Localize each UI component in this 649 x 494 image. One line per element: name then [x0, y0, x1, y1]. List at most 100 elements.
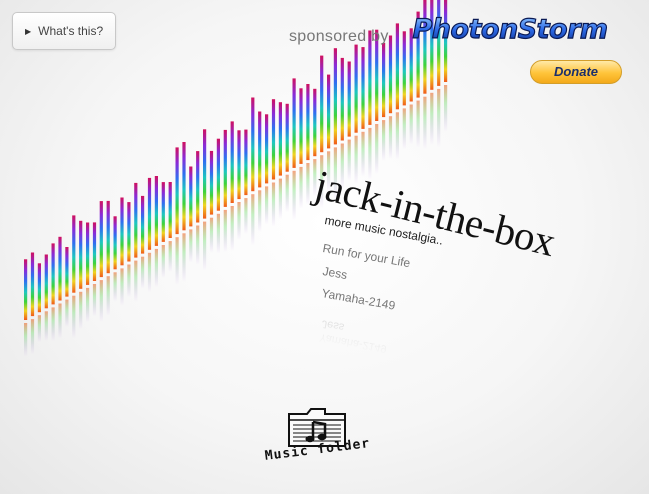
spectrum-bar-reflection [58, 303, 62, 339]
spectrum-bar-reflection [216, 213, 220, 254]
spectrum-bar-reflection [437, 88, 441, 148]
spectrum-bar-reflection [51, 307, 55, 341]
spectrum-bar-reflection [388, 116, 393, 159]
spectrum-bar-reflection [24, 323, 28, 357]
spectrum-bar [265, 114, 269, 184]
spectrum-bar [223, 129, 227, 207]
spectrum-bar [51, 243, 55, 305]
spectrum-bar-reflection [120, 268, 124, 306]
play-triangle-icon: ▶ [25, 26, 32, 36]
spectrum-bar [189, 166, 193, 227]
spectrum-bar-reflection [251, 194, 255, 246]
spectrum-bar-reflection [258, 190, 262, 232]
sponsored-by-text: sponsored by [289, 28, 389, 45]
spectrum-bar [203, 129, 207, 219]
spectrum-bar [175, 147, 179, 235]
spectrum-bar-reflection [416, 100, 420, 148]
spectrum-bar-reflection [44, 311, 48, 341]
spectrum-bar-reflection [168, 241, 172, 272]
spectrum-bar-reflection [72, 295, 76, 339]
spectrum-bar-reflection [65, 299, 69, 327]
spectrum-bar-reflection [230, 206, 234, 251]
spectrum-bar-reflection [306, 163, 310, 205]
spectrum-bar [388, 35, 393, 114]
spectrum-bar [79, 220, 83, 289]
spectrum-bar [271, 99, 276, 180]
spectrum-bar [92, 222, 97, 281]
spectrum-bar [161, 182, 165, 242]
spectrum-bar [182, 142, 186, 231]
spectrum-bar-reflection [265, 186, 269, 225]
spectrum-bar-reflection [382, 120, 386, 161]
spectrum-bar [237, 130, 241, 200]
spectrum-bar-reflection [154, 248, 158, 288]
whats-this-label: What's this? [38, 24, 104, 38]
spectrum-bar-reflection [395, 112, 399, 160]
spectrum-bar [147, 177, 152, 250]
spectrum-bar-reflection [285, 174, 289, 213]
spectrum-bar [134, 182, 138, 258]
spectrum-bar-reflection [134, 260, 138, 302]
spectrum-bar [141, 195, 145, 254]
spectrum-bar-reflection [278, 178, 282, 219]
spectrum-bar-reflection [209, 217, 214, 253]
spectrum-bar [72, 215, 76, 293]
spectrum-bar [382, 42, 386, 118]
spectrum-bar-reflection [375, 124, 379, 175]
whats-this-button[interactable]: ▶ What's this? [12, 12, 116, 50]
spectrum-bar [216, 138, 220, 211]
spectrum-bar-reflection [182, 233, 186, 282]
spectrum-bar [106, 200, 110, 274]
spectrum-bar-reflection [161, 245, 165, 278]
spectrum-bar [154, 176, 158, 246]
spectrum-bar [86, 222, 90, 285]
spectrum-bar [209, 150, 214, 215]
spectrum-bar [327, 74, 331, 149]
spectrum-bar-reflection [203, 221, 207, 271]
spectrum-bar [320, 55, 324, 153]
spectrum-bar [168, 182, 172, 238]
spectrum-bar-reflection [402, 108, 406, 150]
sponsor-logo[interactable]: PhotonStorm [396, 10, 624, 48]
spectrum-bar [347, 61, 351, 137]
spectrum-bar [258, 111, 262, 188]
spectrum-bar [113, 216, 117, 270]
spectrum-bar [24, 259, 28, 320]
spectrum-bar [244, 129, 248, 196]
spectrum-bar-reflection [299, 166, 303, 209]
spectrum-bar-reflection [430, 92, 434, 146]
spectrum-bar [251, 97, 255, 192]
spectrum-bar [299, 88, 303, 164]
app-stage: ▶ What's this? sponsored by PhotonStorm … [0, 0, 649, 494]
spectrum-bar [230, 121, 234, 203]
spectrum-bar-reflection [147, 252, 152, 293]
spectrum-bar [340, 57, 344, 141]
spectrum-bar-reflection [127, 264, 131, 298]
spectrum-bar [127, 202, 131, 262]
spectrum-bar [306, 84, 310, 161]
spectrum-bar [354, 44, 358, 133]
spectrum-bar-reflection [113, 272, 117, 302]
spectrum-bar [313, 88, 317, 157]
spectrum-bar-reflection [92, 284, 97, 317]
spectrum-bar-reflection [99, 280, 103, 322]
spectrum-bar-reflection [106, 276, 110, 316]
spectrum-bar-reflection [30, 319, 35, 355]
spectrum-bar [361, 47, 365, 129]
sponsor-logo-text: PhotonStorm [412, 14, 607, 45]
spectrum-bar-reflection [244, 198, 248, 235]
spectrum-bar [65, 247, 69, 297]
spectrum-bar [333, 48, 337, 145]
spectrum-bar-reflection [175, 237, 179, 285]
spectrum-bar [292, 78, 296, 168]
spectrum-bar-reflection [141, 256, 145, 289]
spectrum-bar [30, 252, 35, 317]
donate-button[interactable]: Donate [530, 60, 622, 84]
spectrum-bar-reflection [189, 229, 193, 263]
spectrum-bar-reflection [37, 315, 41, 343]
spectrum-bar-reflection [86, 287, 90, 323]
spectrum-bar-reflection [423, 96, 427, 150]
spectrum-bar [285, 103, 289, 172]
spectrum-bar-reflection [237, 202, 241, 240]
spectrum-bar-reflection [409, 104, 413, 145]
